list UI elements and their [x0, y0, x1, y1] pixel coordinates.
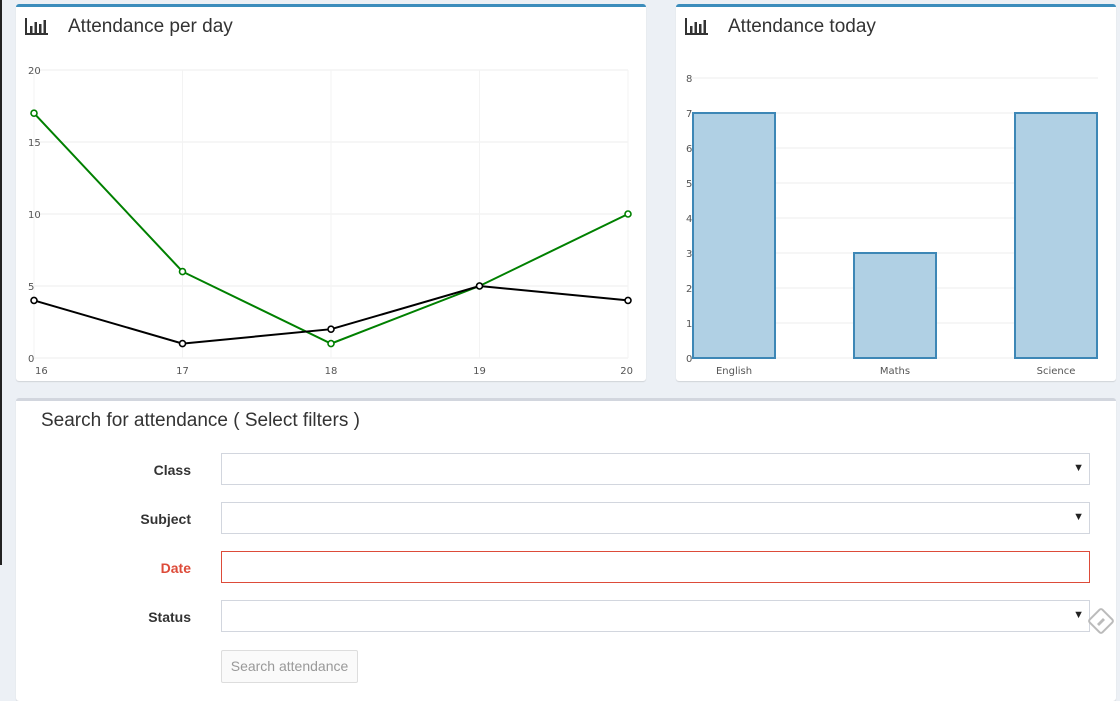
data-point [475, 282, 484, 290]
class-label: Class [153, 462, 191, 478]
x-tick-label: 20 [620, 366, 633, 377]
x-tick-label: 19 [473, 366, 486, 377]
search-attendance-button[interactable]: Search attendance [221, 650, 358, 683]
search-attendance-panel: Search for attendance ( Select filters ) [16, 398, 1116, 701]
window-edge [0, 0, 2, 565]
y-tick-label: 1 [686, 319, 692, 330]
attendance-per-day-panel: Attendance per day 051015201617181920 [16, 4, 646, 381]
y-tick-label: 6 [686, 144, 692, 155]
x-tick-label: 18 [325, 366, 338, 377]
subject-select[interactable]: ▼ [221, 502, 1090, 534]
status-label: Status [148, 609, 191, 625]
data-point [327, 325, 335, 334]
bar [1014, 112, 1098, 359]
chevron-down-icon: ▼ [1073, 462, 1084, 474]
bar [853, 252, 937, 359]
chevron-down-icon: ▼ [1073, 511, 1084, 523]
y-tick-label: 2 [686, 284, 692, 295]
y-tick-label: 7 [686, 109, 692, 120]
x-tick-label: Maths [880, 366, 910, 377]
data-point [178, 267, 187, 276]
y-tick-label: 3 [686, 249, 692, 260]
form-title: Search for attendance ( Select filters ) [41, 410, 360, 431]
y-tick-label: 0 [686, 354, 692, 365]
bar-chart: 0 1 2 3 4 5 6 7 8 English Maths Science [686, 74, 1098, 377]
data-point [624, 296, 632, 305]
bar [692, 112, 776, 359]
y-tick-label: 8 [686, 74, 692, 85]
line-chart: 051015201617181920 [28, 66, 633, 377]
data-point [624, 210, 632, 218]
data-point [30, 296, 38, 305]
data-point [30, 109, 38, 117]
data-point [327, 339, 335, 348]
edit-icon[interactable] [1088, 608, 1114, 634]
status-select[interactable]: ▼ [221, 600, 1090, 632]
y-tick-label: 4 [686, 214, 692, 225]
chevron-down-icon: ▼ [1073, 609, 1084, 621]
y-tick-label: 5 [28, 282, 34, 293]
class-select[interactable]: ▼ [221, 453, 1090, 485]
y-tick-label: 5 [686, 179, 692, 190]
y-tick-label: 0 [28, 354, 34, 365]
x-tick-label: English [716, 366, 752, 377]
subject-label: Subject [140, 511, 191, 527]
x-tick-label: 16 [35, 366, 48, 377]
data-point [178, 339, 187, 348]
x-tick-label: 17 [176, 366, 189, 377]
x-tick-label: Science [1037, 366, 1076, 377]
date-label: Date [160, 560, 191, 576]
date-input[interactable] [221, 551, 1090, 583]
attendance-today-panel: Attendance today 0 1 2 3 4 5 6 7 8 English Maths Sc… [676, 4, 1116, 381]
